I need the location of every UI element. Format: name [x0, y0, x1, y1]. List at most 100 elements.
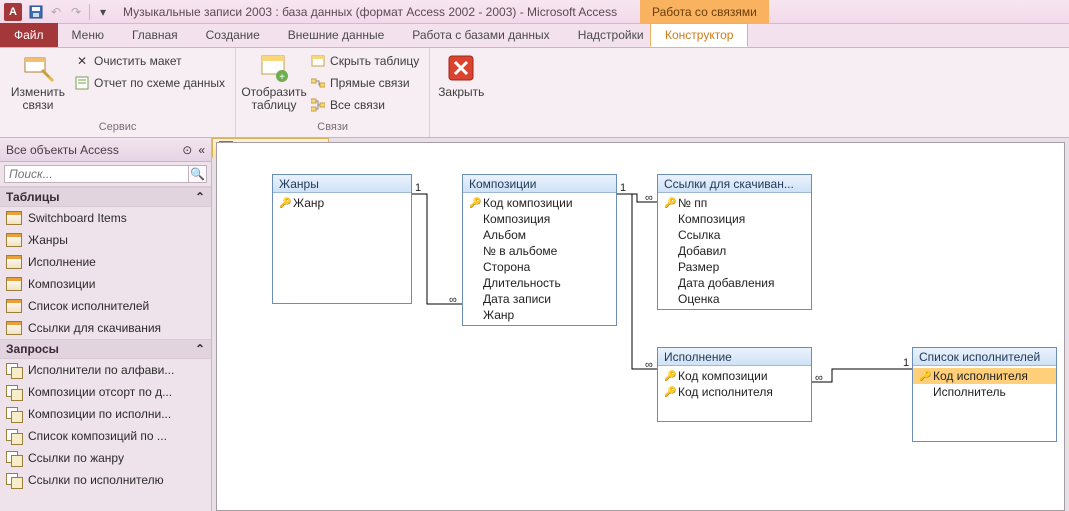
relationship-report-icon	[74, 75, 90, 91]
canvas[interactable]: Жанры 🔑Жанр 1 ∞ Композиции 🔑Код композиц…	[216, 142, 1065, 511]
table-title[interactable]: Жанры	[273, 175, 411, 193]
table-field[interactable]: № в альбоме	[463, 243, 616, 259]
table-field[interactable]: 🔑№ пп	[658, 195, 811, 211]
table-field[interactable]: Оценка	[658, 291, 811, 307]
edit-relations-button[interactable]: Изменить связи	[6, 50, 70, 118]
nav-table-item[interactable]: Список исполнителей	[0, 295, 211, 317]
key-icon: 🔑	[664, 371, 676, 382]
nav-table-item[interactable]: Switchboard Items	[0, 207, 211, 229]
tab-menu[interactable]: Меню	[58, 23, 118, 47]
table-icon	[6, 211, 22, 225]
table-title[interactable]: Исполнение	[658, 348, 811, 366]
key-icon: 🔑	[279, 198, 291, 209]
nav-item-label: Композиции по исполни...	[28, 407, 171, 421]
nav-table-item[interactable]: Исполнение	[0, 251, 211, 273]
nav-table-item[interactable]: Ссылки для скачивания	[0, 317, 211, 339]
tab-file[interactable]: Файл	[0, 23, 58, 47]
close-button[interactable]: Закрыть	[436, 50, 486, 118]
tab-home[interactable]: Главная	[118, 23, 192, 47]
field-name: Сторона	[483, 260, 530, 274]
nav-group-tables[interactable]: Таблицы ⌃	[0, 187, 211, 207]
undo-icon[interactable]: ↶	[46, 2, 66, 22]
table-field[interactable]: Добавил	[658, 243, 811, 259]
nav-item-label: Список исполнителей	[28, 299, 149, 313]
edit-relations-icon	[22, 52, 54, 84]
field-name: Код исполнителя	[933, 369, 1028, 383]
table-artists[interactable]: Список исполнителей 🔑Код исполнителяИспо…	[912, 347, 1057, 442]
main-area: Все объекты Access ⊙ « 🔍 Таблицы ⌃ Switc…	[0, 138, 1069, 511]
table-field[interactable]: Длительность	[463, 275, 616, 291]
key-icon: 🔑	[469, 198, 481, 209]
search-input[interactable]	[4, 165, 189, 183]
dropdown-icon[interactable]: ⊙	[182, 143, 192, 157]
table-field[interactable]: Дата записи	[463, 291, 616, 307]
nav-query-item[interactable]: Композиции отсорт по д...	[0, 381, 211, 403]
table-field[interactable]: Композиция	[658, 211, 811, 227]
nav-table-item[interactable]: Композиции	[0, 273, 211, 295]
rel-many: ∞	[449, 294, 457, 306]
nav-query-item[interactable]: Ссылки по жанру	[0, 447, 211, 469]
nav-query-item[interactable]: Ссылки по исполнителю	[0, 469, 211, 491]
nav-item-label: Ссылки для скачивания	[28, 321, 161, 335]
canvas-body[interactable]: Жанры 🔑Жанр 1 ∞ Композиции 🔑Код композиц…	[217, 164, 1064, 510]
table-field[interactable]: Жанр	[463, 307, 616, 323]
table-field[interactable]: 🔑Код исполнителя	[658, 384, 811, 400]
group-service-label: Сервис	[6, 121, 229, 137]
qat-customize-icon[interactable]: ▾	[93, 2, 113, 22]
nav-item-label: Жанры	[28, 233, 68, 247]
clear-layout-button[interactable]: ✕ Очистить макет	[70, 50, 229, 72]
tab-dbtools[interactable]: Работа с базами данных	[398, 23, 563, 47]
table-performance[interactable]: Исполнение 🔑Код композиции🔑Код исполните…	[657, 347, 812, 422]
table-field[interactable]: 🔑Код исполнителя	[913, 368, 1056, 384]
table-title[interactable]: Ссылки для скачиван...	[658, 175, 811, 193]
field-name: Длительность	[483, 276, 561, 290]
collapse-nav-icon[interactable]: «	[198, 143, 205, 157]
direct-links-button[interactable]: Прямые связи	[306, 72, 423, 94]
nav-item-label: Switchboard Items	[28, 211, 127, 225]
tab-create[interactable]: Создание	[192, 23, 274, 47]
ribbon-group-close: Закрыть	[430, 48, 492, 137]
tab-addins[interactable]: Надстройки	[564, 23, 658, 47]
nav-query-item[interactable]: Композиции по исполни...	[0, 403, 211, 425]
field-name: Жанр	[293, 196, 324, 210]
clear-layout-icon: ✕	[74, 53, 90, 69]
query-icon	[6, 407, 22, 421]
table-field[interactable]: 🔑Код композиции	[658, 368, 811, 384]
nav-header[interactable]: Все объекты Access ⊙ «	[0, 138, 211, 162]
table-field[interactable]: Размер	[658, 259, 811, 275]
table-field[interactable]: Сторона	[463, 259, 616, 275]
direct-links-label: Прямые связи	[330, 76, 410, 90]
search-icon[interactable]: 🔍	[189, 165, 207, 183]
table-field[interactable]: Композиция	[463, 211, 616, 227]
table-field[interactable]: 🔑Жанр	[273, 195, 411, 211]
table-field[interactable]: Ссылка	[658, 227, 811, 243]
nav-item-label: Композиции отсорт по д...	[28, 385, 172, 399]
table-download-links[interactable]: Ссылки для скачиван... 🔑№ ппКомпозицияСс…	[657, 174, 812, 310]
field-name: Композиция	[483, 212, 550, 226]
redo-icon[interactable]: ↷	[66, 2, 86, 22]
tab-designer[interactable]: Конструктор	[650, 23, 748, 47]
nav-group-queries[interactable]: Запросы ⌃	[0, 339, 211, 359]
table-title[interactable]: Композиции	[463, 175, 616, 193]
rel-many: ∞	[815, 372, 823, 384]
hide-table-button[interactable]: Скрыть таблицу	[306, 50, 423, 72]
table-title[interactable]: Список исполнителей	[913, 348, 1056, 366]
nav-query-item[interactable]: Исполнители по алфави...	[0, 359, 211, 381]
nav-table-item[interactable]: Жанры	[0, 229, 211, 251]
table-field[interactable]: Альбом	[463, 227, 616, 243]
relationship-report-button[interactable]: Отчет по схеме данных	[70, 72, 229, 94]
table-field[interactable]: Дата добавления	[658, 275, 811, 291]
table-field[interactable]: 🔑Код композиции	[463, 195, 616, 211]
nav-item-label: Исполнение	[28, 255, 96, 269]
tab-external[interactable]: Внешние данные	[274, 23, 399, 47]
all-links-button[interactable]: Все связи	[306, 94, 423, 116]
table-icon	[6, 277, 22, 291]
nav-query-item[interactable]: Список композиций по ...	[0, 425, 211, 447]
show-table-button[interactable]: + Отобразить таблицу	[242, 50, 306, 118]
table-genres[interactable]: Жанры 🔑Жанр	[272, 174, 412, 304]
clear-layout-label: Очистить макет	[94, 54, 182, 68]
field-name: Ссылка	[678, 228, 720, 242]
table-field[interactable]: Исполнитель	[913, 384, 1056, 400]
save-icon[interactable]	[26, 2, 46, 22]
table-compositions[interactable]: Композиции 🔑Код композицииКомпозицияАльб…	[462, 174, 617, 326]
